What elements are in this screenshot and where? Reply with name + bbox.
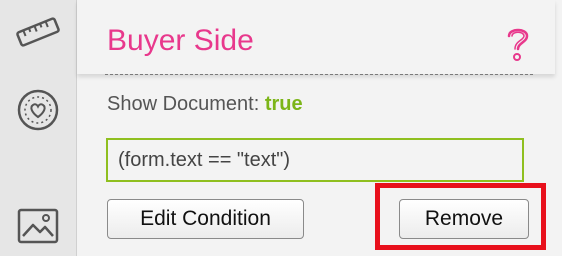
app-root: Buyer Side Show Document: true Edit Cond…: [0, 0, 562, 256]
ruler-icon[interactable]: [12, 8, 64, 56]
buyer-side-panel: Buyer Side Show Document: true Edit Cond…: [77, 0, 562, 256]
show-document-label: Show Document:: [107, 93, 260, 115]
panel-header: Buyer Side: [77, 0, 555, 74]
header-divider: [105, 74, 533, 75]
sidebar: [0, 0, 77, 256]
edit-condition-button[interactable]: Edit Condition: [107, 199, 304, 239]
show-document-value: true: [264, 93, 303, 115]
question-mark-icon[interactable]: [503, 24, 533, 64]
condition-field[interactable]: [106, 138, 524, 182]
show-document-row: Show Document: true: [107, 93, 303, 116]
heart-badge-icon[interactable]: [12, 86, 64, 134]
image-icon[interactable]: [12, 202, 64, 250]
highlight-box: [375, 183, 546, 250]
panel-title: Buyer Side: [107, 24, 254, 57]
